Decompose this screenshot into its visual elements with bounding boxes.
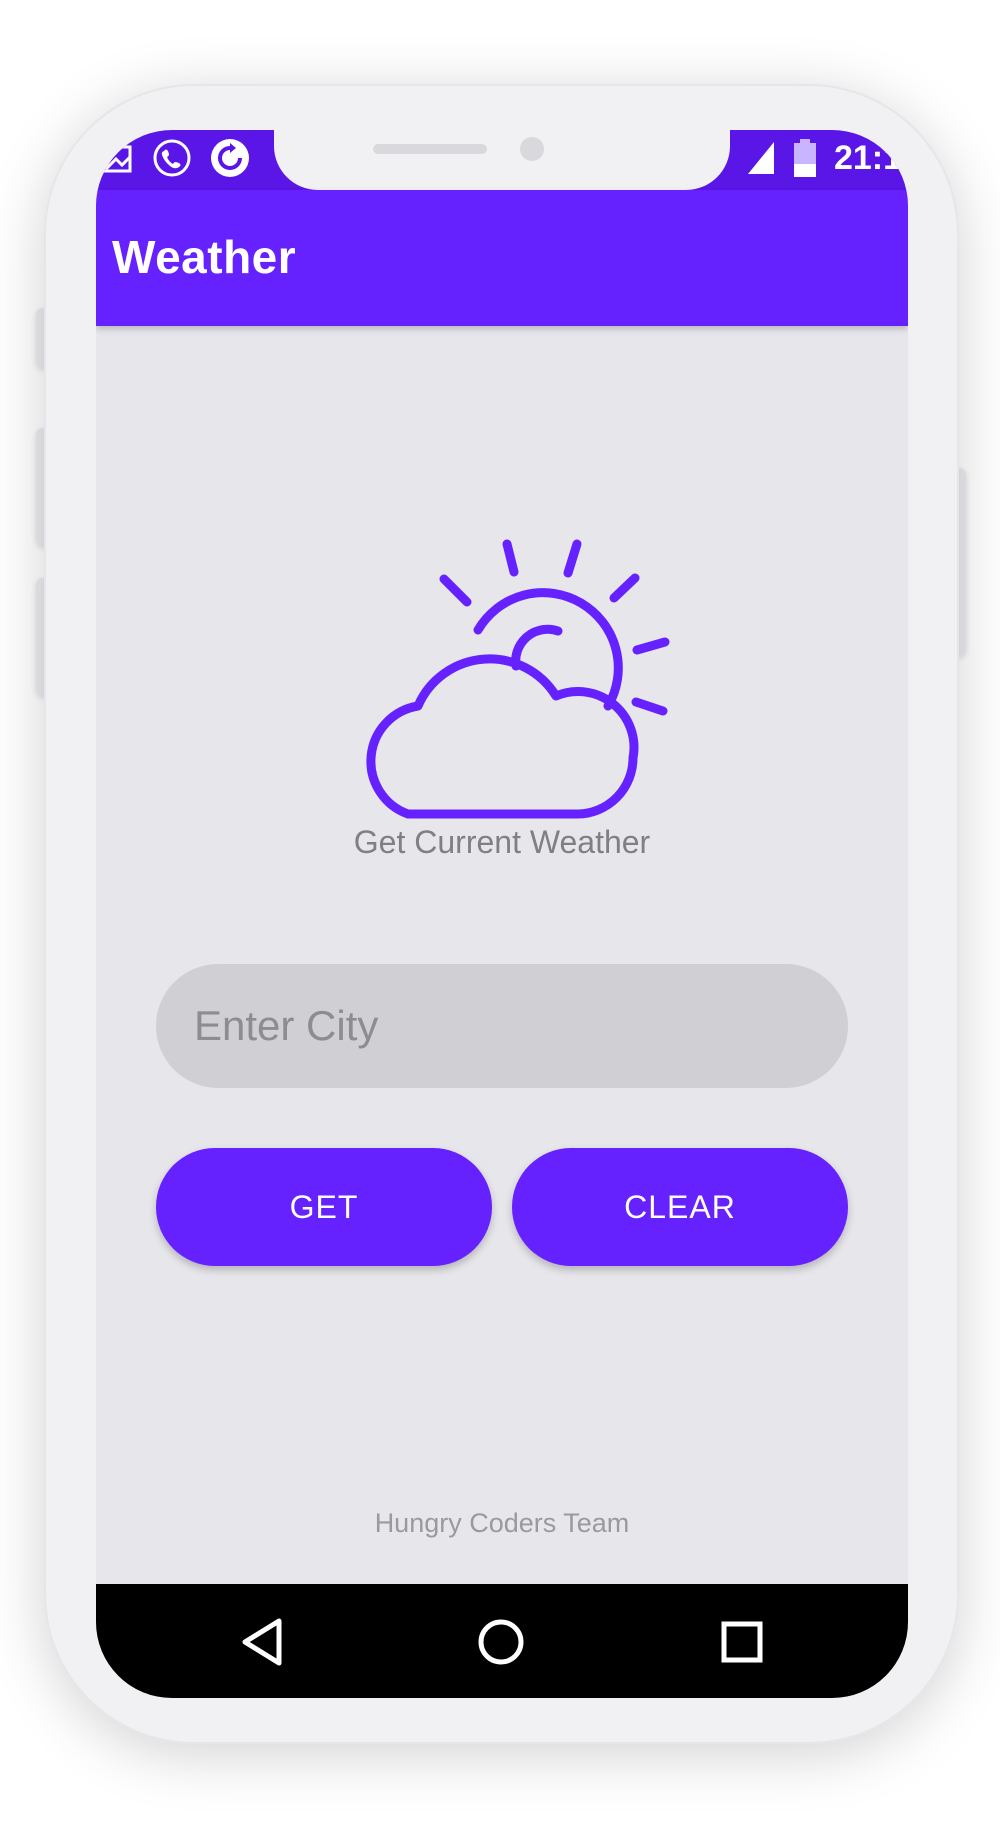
get-button-label: GET (289, 1188, 359, 1225)
app-title: Weather (112, 231, 297, 283)
clear-button-label: CLEAR (624, 1188, 736, 1225)
status-icons-left (102, 138, 250, 178)
get-button[interactable]: GET (156, 1148, 492, 1266)
phone-notch (274, 130, 730, 190)
back-icon[interactable] (232, 1612, 292, 1672)
clear-button[interactable]: CLEAR (512, 1148, 848, 1266)
signal-icon (747, 142, 774, 174)
app-screen: 21:1 Weather Get Current Weather Enter C… (96, 130, 908, 1698)
recents-icon[interactable] (712, 1612, 772, 1672)
home-icon[interactable] (471, 1612, 531, 1672)
phone-camera (520, 137, 544, 161)
status-time: 21:1 (833, 138, 902, 177)
battery-icon (793, 139, 816, 177)
phone-call-icon (153, 139, 191, 177)
navigation-bar (96, 1584, 908, 1698)
status-bar: 21:1 (96, 130, 908, 190)
phone-speaker (373, 144, 487, 154)
subtitle-text: Get Current Weather (353, 824, 651, 860)
image-icon (102, 145, 132, 173)
device-mockup: 21:1 Weather Get Current Weather Enter C… (0, 0, 1000, 1828)
footer-credit: Hungry Coders Team (374, 1508, 630, 1538)
sync-icon (211, 139, 249, 177)
city-input[interactable] (156, 964, 848, 1088)
cloud-sun-icon (366, 539, 670, 819)
app-bar: Weather (96, 190, 908, 326)
status-icons-right: 21:1 (746, 138, 902, 178)
